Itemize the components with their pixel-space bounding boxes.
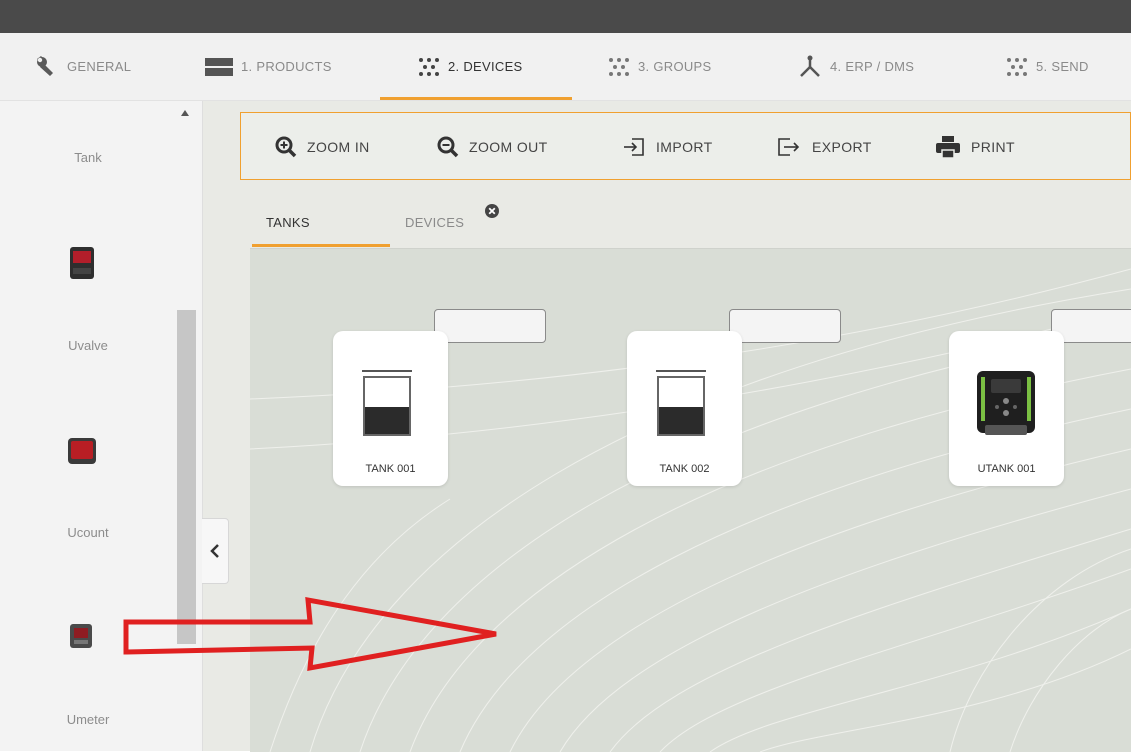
device-name-input[interactable]: [729, 309, 841, 343]
tab-general[interactable]: GENERAL: [33, 33, 131, 100]
zoom-in-button[interactable]: ZOOM IN: [275, 113, 370, 181]
sidebar-item-ucount[interactable]: Ucount: [0, 525, 176, 540]
sidebar-item-umeter[interactable]: Umeter: [0, 712, 176, 727]
tank-icon: [656, 370, 706, 436]
tab-groups[interactable]: 3. GROUPS: [608, 33, 712, 100]
chevron-left-icon: [210, 544, 219, 558]
groups-icon: [609, 57, 629, 76]
device-label: UTANK 001: [977, 463, 1036, 475]
erp-icon: [800, 55, 820, 77]
main-tab-bar: GENERAL 1. PRODUCTS 2. DEVICES 3. GROUPS…: [0, 33, 1131, 101]
tab-label: 1. PRODUCTS: [241, 59, 332, 74]
uvalve-device-icon[interactable]: [69, 246, 95, 280]
print-button[interactable]: PRINT: [935, 113, 1015, 181]
umeter-device-icon[interactable]: [69, 623, 93, 649]
tab-erp-dms[interactable]: 4. ERP / DMS: [798, 33, 914, 100]
send-icon: [1007, 57, 1027, 76]
import-icon: [624, 138, 644, 156]
devices-icon: [419, 57, 439, 76]
sidebar-item-label: Umeter: [66, 712, 110, 727]
export-icon: [778, 138, 800, 156]
sidebar-item-uvalve[interactable]: Uvalve: [0, 338, 176, 353]
tab-label: 2. DEVICES: [448, 59, 523, 74]
sidebar-item-label: Tank: [74, 150, 102, 165]
products-icon: [205, 57, 233, 76]
app-top-bar: [0, 0, 1131, 33]
tab-label: 3. GROUPS: [638, 59, 712, 74]
zoom-in-label: ZOOM IN: [307, 139, 370, 155]
subtab-label: DEVICES: [405, 214, 465, 230]
tab-products[interactable]: 1. PRODUCTS: [205, 33, 332, 100]
sidebar-item-label: Ucount: [67, 525, 109, 540]
active-subtab-indicator: [252, 244, 390, 247]
print-icon: [936, 136, 960, 159]
subtab-devices[interactable]: DEVICES: [405, 200, 464, 244]
canvas-background-pattern: [250, 268, 1131, 752]
subtab-tanks[interactable]: TANKS: [266, 200, 310, 244]
device-name-input[interactable]: [434, 309, 546, 343]
tab-devices[interactable]: 2. DEVICES: [418, 33, 523, 100]
sidebar-item-label: Uvalve: [68, 338, 108, 353]
device-card-tank-002[interactable]: TANK 002: [627, 331, 742, 486]
device-canvas[interactable]: TANK 001 TANK 002 UTANK 001: [250, 248, 1131, 752]
ucount-device-icon[interactable]: [67, 437, 97, 465]
import-label: IMPORT: [656, 139, 713, 155]
zoom-in-icon: [275, 136, 297, 158]
tank-icon: [362, 370, 412, 436]
tab-label: GENERAL: [67, 59, 132, 74]
zoom-out-button[interactable]: ZOOM OUT: [437, 113, 548, 181]
zoom-out-label: ZOOM OUT: [469, 139, 548, 155]
device-card-utank-001[interactable]: UTANK 001: [949, 331, 1064, 486]
close-icon[interactable]: [485, 204, 499, 218]
wrench-icon: [37, 55, 53, 76]
export-label: EXPORT: [812, 139, 872, 155]
device-label: TANK 002: [659, 463, 710, 475]
collapse-sidebar-button[interactable]: [202, 518, 229, 584]
tab-label: 4. ERP / DMS: [830, 59, 915, 74]
active-tab-indicator: [380, 97, 572, 100]
import-button[interactable]: IMPORT: [622, 113, 713, 181]
device-card-tank-001[interactable]: TANK 001: [333, 331, 448, 486]
tab-label: 5. SEND: [1036, 59, 1089, 74]
tab-send[interactable]: 5. SEND: [1006, 33, 1089, 100]
canvas-toolbar: ZOOM IN ZOOM OUT IMPORT EXPORT PRINT: [240, 112, 1131, 180]
annotation-arrow-icon: [123, 596, 497, 672]
sidebar-item-tank[interactable]: Tank: [0, 150, 176, 165]
zoom-out-icon: [437, 136, 459, 158]
export-button[interactable]: EXPORT: [776, 113, 872, 181]
print-label: PRINT: [971, 139, 1015, 155]
utank-device-icon: [977, 371, 1035, 435]
subtab-label: TANKS: [266, 214, 310, 230]
device-label: TANK 001: [365, 463, 416, 475]
scroll-up-arrow-icon[interactable]: [181, 110, 189, 116]
canvas-subtabs: TANKS DEVICES: [250, 200, 1131, 248]
